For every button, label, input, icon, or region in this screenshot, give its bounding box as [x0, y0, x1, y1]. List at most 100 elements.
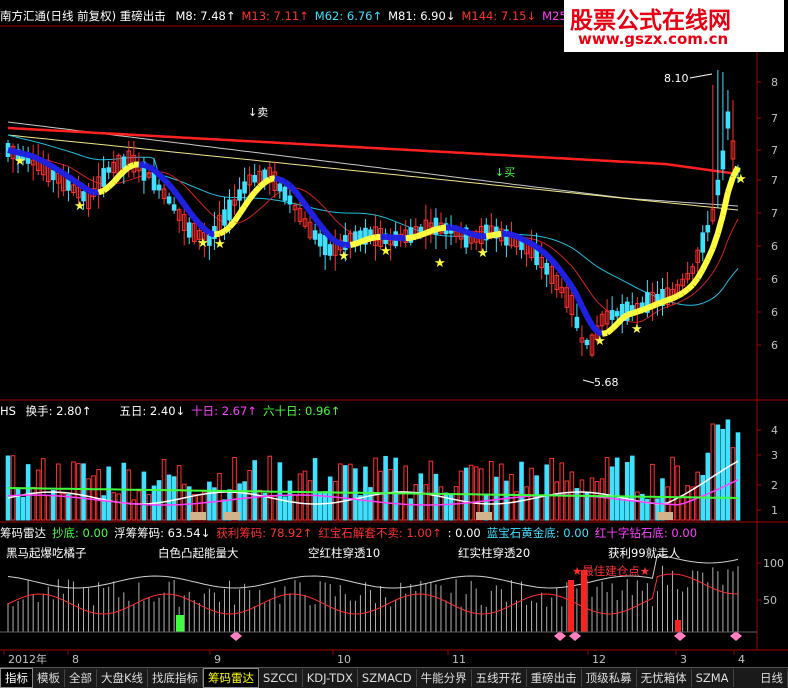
tab-2[interactable]: 全部 — [65, 669, 97, 687]
candle-body-143 — [726, 112, 730, 128]
candle-body-120 — [610, 311, 614, 320]
chip-legend-7: 红十字钻石底: 0.00 — [595, 526, 697, 540]
signal-star-9: ★ — [631, 322, 643, 337]
candle-body-107 — [545, 263, 549, 274]
trend-ribbon-59 — [300, 198, 305, 205]
signal-star-4: ★ — [338, 249, 350, 264]
price-ytick-label-5: 6 — [771, 240, 778, 253]
ind-ytick-label-1: 50 — [763, 594, 777, 607]
trend-ribbon-25 — [129, 165, 134, 167]
price-ytick-label-3: 7 — [771, 174, 778, 187]
trend-ribbon-84 — [426, 231, 431, 233]
tab-9[interactable]: 牛能分界 — [417, 669, 472, 687]
trend-ribbon-69 — [350, 244, 355, 245]
trend-ribbon-22 — [114, 176, 119, 182]
turnover-bar-69 — [354, 469, 358, 520]
signal-star-2: ★ — [197, 236, 209, 251]
trend-ribbon-36 — [184, 204, 189, 211]
tab-10[interactable]: 五线开花 — [472, 669, 527, 687]
signal-star-7: ★ — [477, 246, 489, 261]
trend-ribbon-10 — [53, 167, 58, 170]
trend-ribbon-106 — [537, 247, 542, 251]
chip-note-3: 红实柱穿透20 — [458, 545, 530, 561]
trend-ribbon-110 — [557, 266, 562, 273]
candle-body-29 — [152, 173, 156, 190]
ma-legend-4: M144: 7.15↓ — [461, 9, 536, 23]
trend-ribbon-70 — [355, 242, 360, 244]
trend-ribbon-120 — [607, 329, 612, 333]
tab-8[interactable]: SZMACD — [358, 669, 417, 687]
price-header: 南方汇通(日线 前复权) 重磅出击 M8: 7.48↑M13: 7.11↑M62… — [0, 8, 580, 24]
trend-ribbon-89 — [451, 228, 456, 229]
chip-red-bar-3 — [675, 620, 681, 632]
trend-ribbon-101 — [511, 235, 516, 237]
candle-body-56 — [288, 196, 292, 204]
candle-body-20 — [107, 168, 111, 172]
turnover-tag-3 — [657, 512, 673, 520]
trend-ribbon-11 — [58, 170, 63, 173]
turnover-bar-33 — [172, 477, 176, 520]
price-ytick-label-1: 7 — [771, 112, 778, 125]
candle-body-46 — [238, 190, 242, 200]
turnover-legend-2: 十日: 2.67↑ — [191, 404, 257, 418]
turnover-bar-2 — [16, 488, 20, 520]
trend-ribbon-24 — [124, 167, 129, 171]
turnover-bar-80 — [409, 499, 413, 520]
trend-ribbon-44 — [224, 227, 229, 231]
chip-legend-5: : 0.00 — [448, 526, 481, 540]
xtick-label-2: 9 — [214, 653, 221, 666]
trend-ribbon-134 — [678, 293, 683, 296]
trend-ribbon-100 — [506, 234, 511, 235]
trend-ribbon-61 — [310, 211, 315, 218]
tab-14[interactable]: SZMA — [692, 669, 734, 687]
ma-legend-2: M62: 6.76↑ — [315, 9, 382, 23]
tab-12[interactable]: 顶级私募 — [582, 669, 637, 687]
tab-0[interactable]: 指标 — [0, 668, 33, 688]
trend-ribbon-109 — [552, 260, 557, 266]
trend-ribbon-105 — [532, 244, 537, 247]
candle-body-62 — [318, 234, 322, 246]
sell-annotation: ↓卖 — [248, 106, 268, 119]
turnover-bar-20 — [107, 467, 111, 520]
trend-ribbon-128 — [647, 306, 652, 308]
chip-note-0: 黑马起爆吃橘子 — [6, 545, 87, 561]
trend-ribbon-12 — [63, 173, 68, 176]
trend-ribbon-125 — [632, 312, 637, 314]
trend-ribbon-34 — [174, 191, 179, 198]
candle-body-61 — [313, 231, 317, 239]
candle-body-121 — [615, 312, 619, 316]
trend-ribbon-31 — [159, 174, 164, 179]
tab-5[interactable]: 筹码雷达 — [203, 668, 259, 688]
trend-ribbon-92 — [466, 232, 471, 234]
low-price-label: 5.68 — [594, 376, 619, 389]
tab-4[interactable]: 找底指标 — [148, 669, 203, 687]
trend-ribbon-93 — [471, 234, 476, 235]
trend-ribbon-135 — [683, 289, 688, 293]
turnover-bar-32 — [167, 475, 171, 520]
indicator-header: 筹码雷达抄底: 0.00浮筹筹码: 63.54↓获利筹码: 78.92↑红宝石解… — [0, 525, 703, 541]
tab-6[interactable]: SZCCI — [259, 669, 303, 687]
chip-note-4: 获利99就走人 — [608, 545, 680, 561]
status-period[interactable]: 日线 — [756, 669, 788, 687]
trend-ribbon-49 — [250, 192, 255, 198]
turnover-bar-113 — [575, 489, 579, 520]
trend-ribbon-104 — [527, 241, 532, 244]
signal-star-1: ★ — [74, 199, 86, 214]
turnover-bar-121 — [615, 458, 619, 520]
high-price-label: 8.10 — [664, 72, 689, 85]
candle-body-142 — [721, 151, 725, 169]
turnover-bar-82 — [419, 474, 423, 520]
tab-1[interactable]: 模板 — [33, 669, 65, 687]
trend-ribbon-14 — [73, 180, 78, 183]
tab-3[interactable]: 大盘K线 — [97, 669, 148, 687]
turnover-bar-142 — [721, 429, 725, 520]
vol-ytick-label-1: 3 — [771, 449, 778, 462]
trend-ribbon-38 — [194, 218, 199, 224]
tab-11[interactable]: 重磅出击 — [527, 669, 582, 687]
tab-7[interactable]: KDJ-TDX — [303, 669, 358, 687]
trend-ribbon-126 — [637, 310, 642, 312]
turnover-bar-27 — [142, 472, 146, 520]
vol-ytick-label-2: 2 — [771, 479, 778, 492]
tab-13[interactable]: 无忧箱体 — [637, 669, 692, 687]
trend-ribbon-102 — [516, 236, 521, 239]
